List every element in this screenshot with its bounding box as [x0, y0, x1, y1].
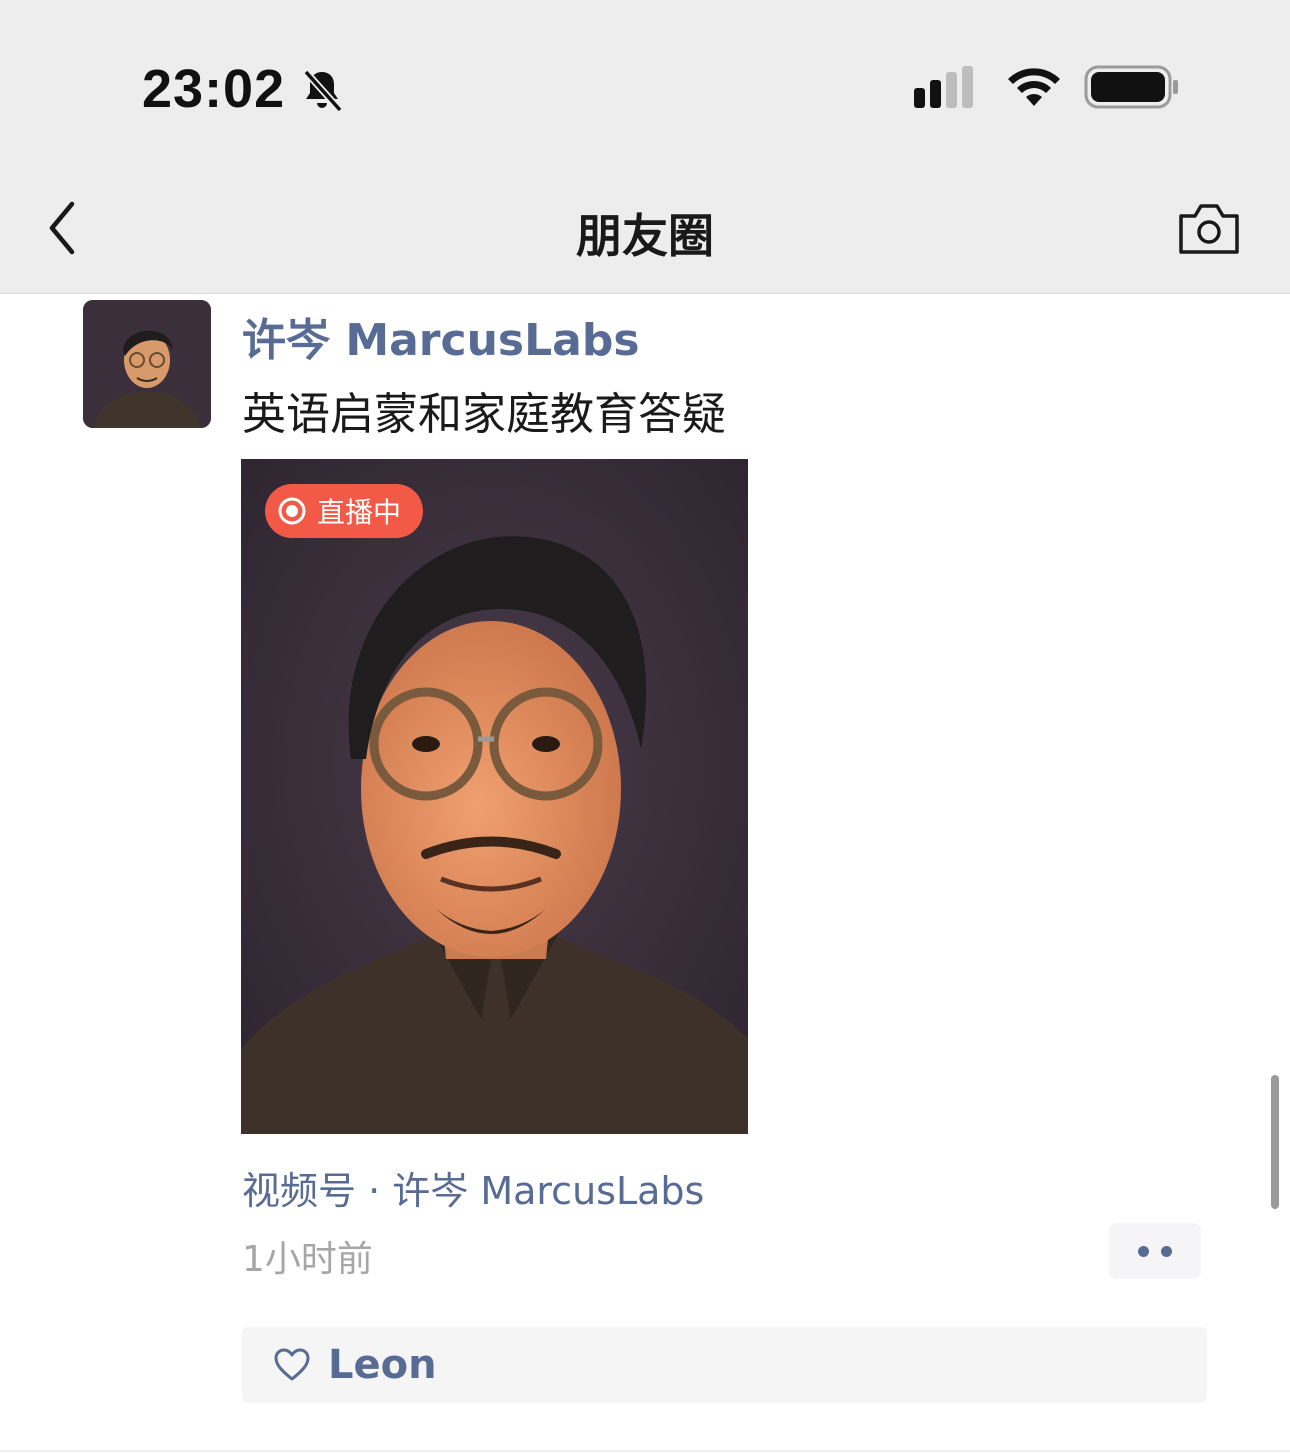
wifi-icon	[1008, 68, 1060, 106]
battery-icon	[1084, 65, 1178, 109]
live-indicator-icon	[278, 497, 306, 525]
live-badge-label: 直播中	[317, 496, 402, 529]
more-actions-button[interactable]	[1109, 1223, 1201, 1279]
post-time: 1小时前	[242, 1239, 373, 1280]
author-avatar[interactable]	[83, 300, 211, 428]
bell-muted-icon	[303, 69, 343, 113]
page-title: 朋友圈	[576, 209, 714, 263]
scrollbar[interactable]	[1271, 1075, 1279, 1209]
post-divider	[0, 1450, 1290, 1452]
author-name[interactable]: 许岑 MarcusLabs	[242, 304, 640, 368]
camera-button[interactable]	[1176, 200, 1242, 256]
moments-page: 23:02 朋友圈 许岑 MarcusLabs 英语启蒙和家庭教育答疑 直播中 …	[0, 0, 1290, 1453]
post-text: 英语启蒙和家庭教育答疑	[242, 389, 726, 440]
cellular-signal-icon	[914, 66, 973, 108]
heart-icon	[274, 1348, 310, 1381]
live-stream-card[interactable]: 直播中	[241, 459, 748, 1134]
more-dot-icon	[1138, 1245, 1149, 1257]
likes-box: Leon	[242, 1327, 1207, 1403]
avatar-portrait	[83, 300, 211, 428]
like-user-name[interactable]: Leon	[328, 1342, 437, 1388]
top-bar: 23:02 朋友圈	[0, 0, 1290, 294]
channel-link[interactable]: 视频号 · 许岑 MarcusLabs	[242, 1160, 704, 1215]
live-badge: 直播中	[265, 484, 424, 538]
live-stream-thumbnail	[241, 459, 748, 1134]
status-time: 23:02	[142, 59, 286, 119]
more-dot-icon	[1161, 1245, 1172, 1257]
